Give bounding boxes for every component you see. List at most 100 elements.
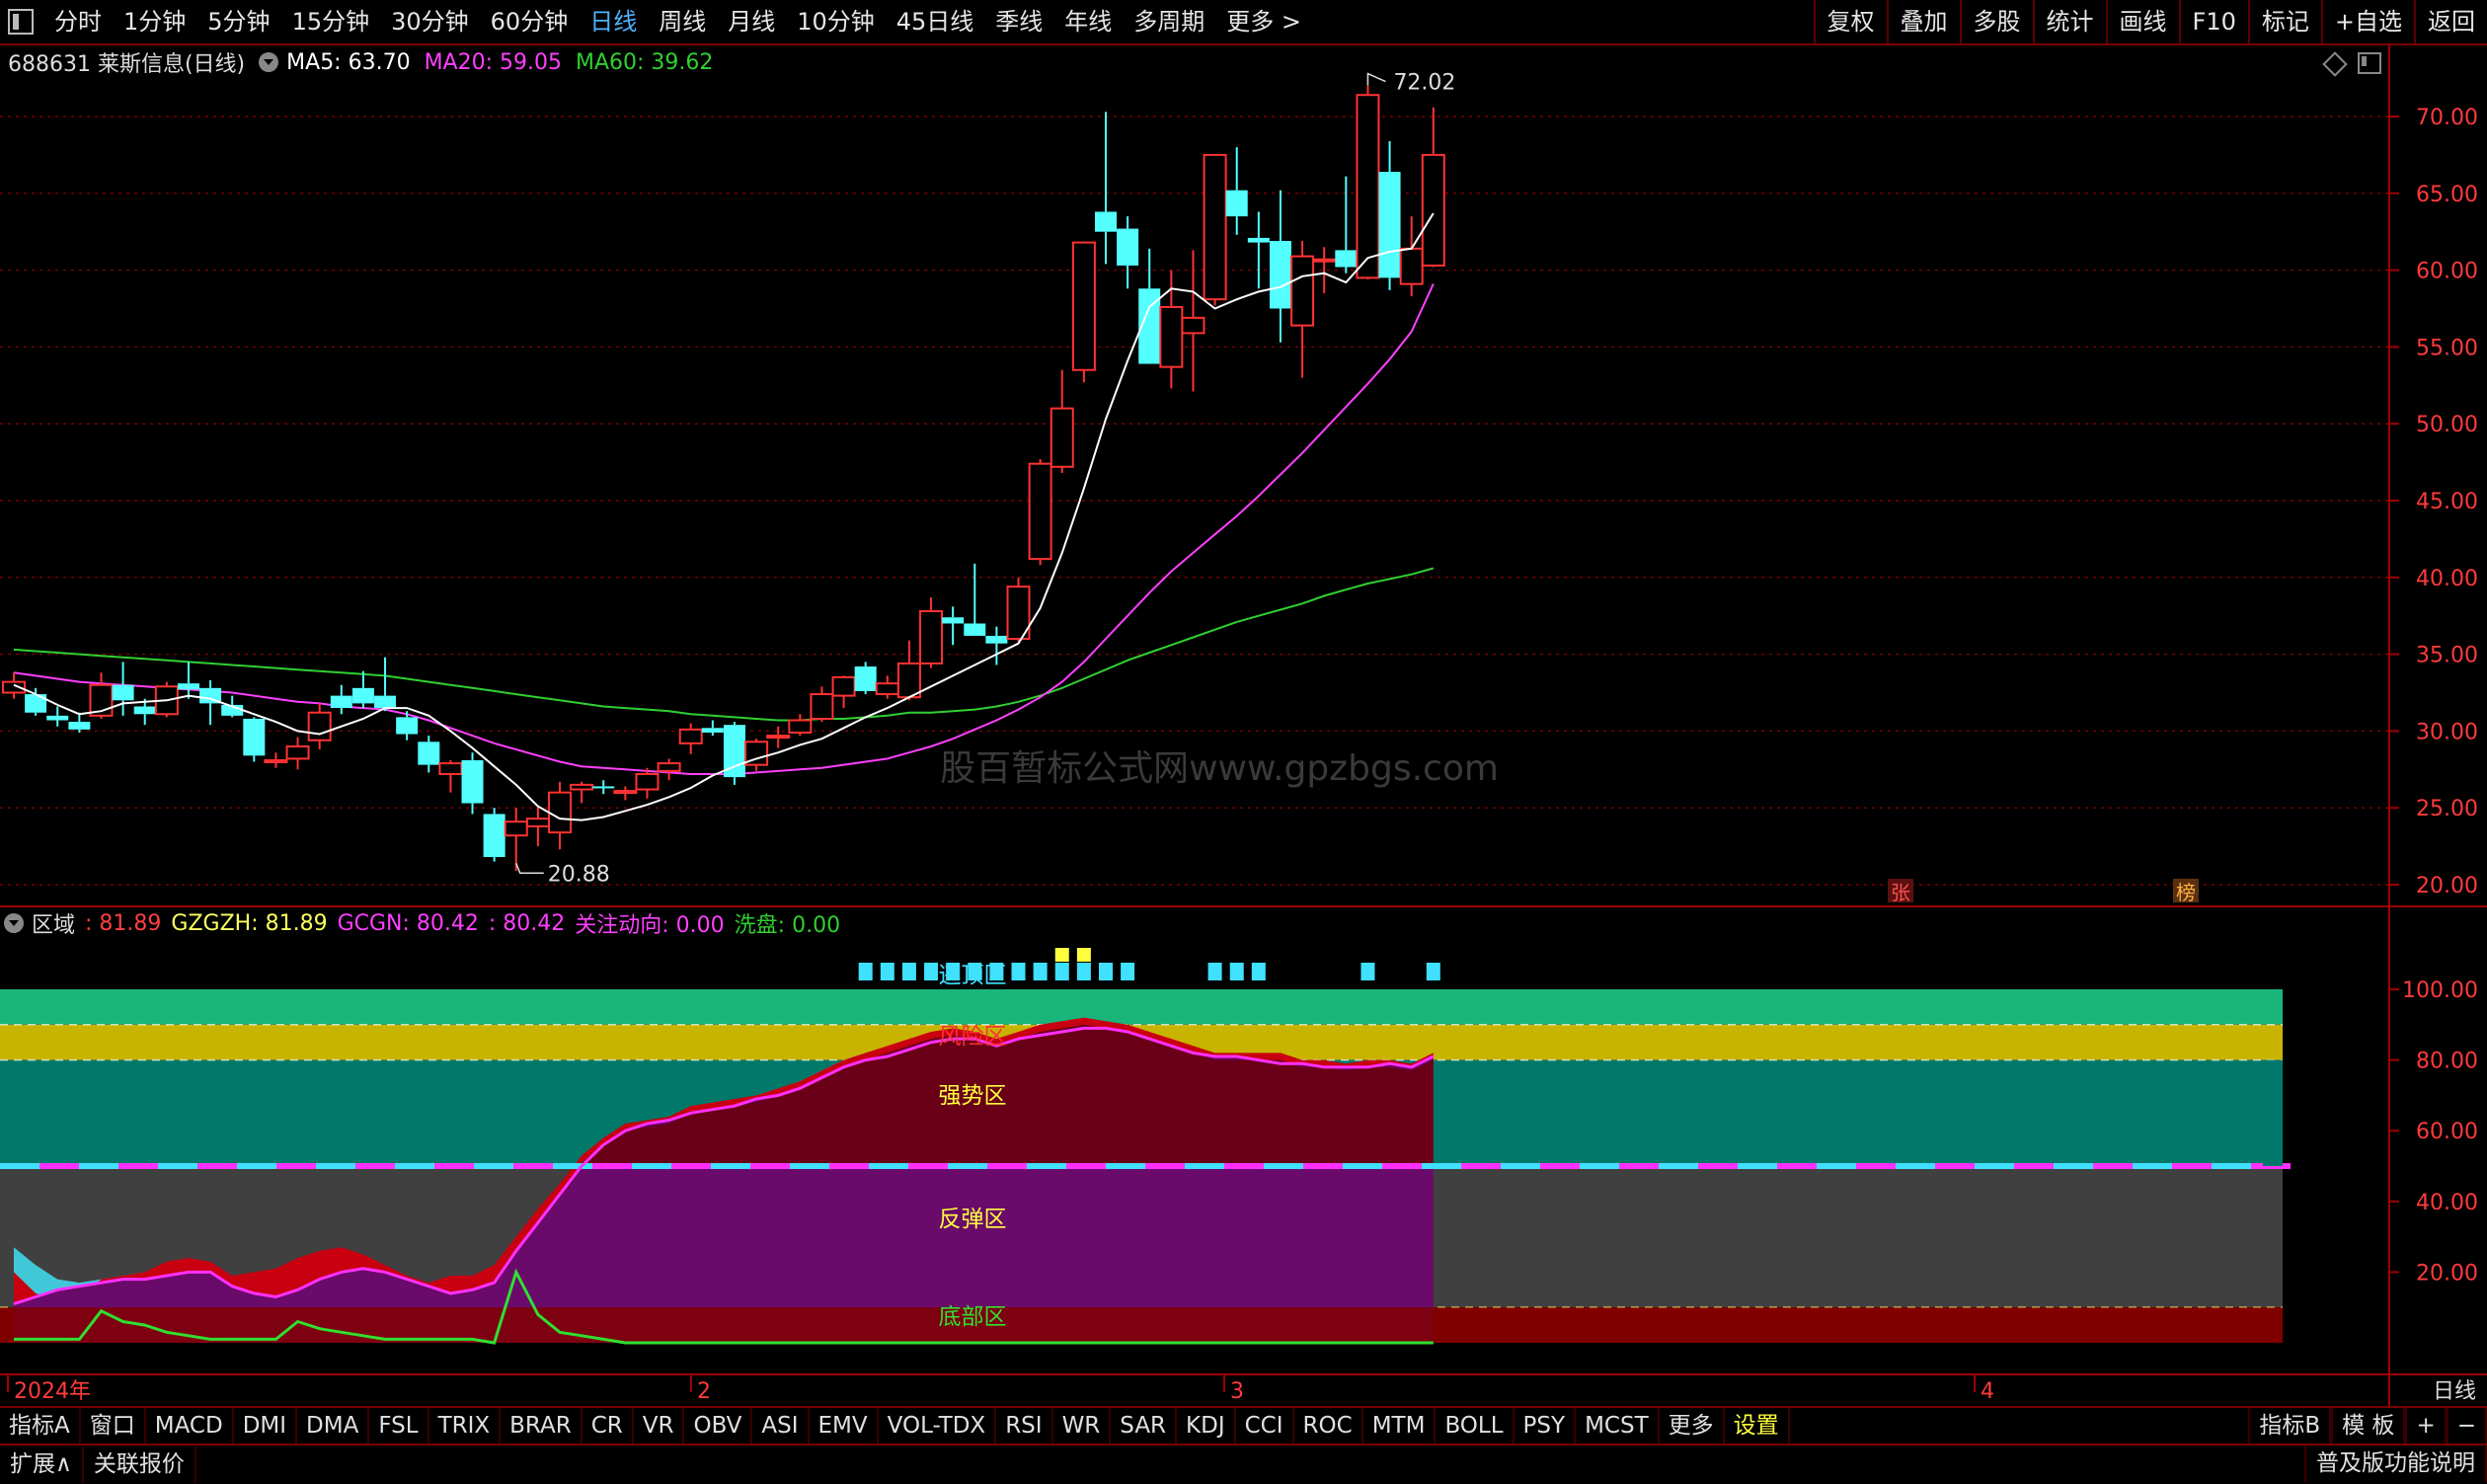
- indicator-tab-24[interactable]: 更多: [1660, 1408, 1725, 1444]
- candle: [25, 687, 47, 716]
- tab-right-2[interactable]: +: [2405, 1408, 2447, 1444]
- candle: [1290, 241, 1315, 378]
- indicator-tab-22[interactable]: PSY: [1515, 1408, 1577, 1444]
- ind-tick-label: 100.00: [2402, 978, 2478, 1003]
- indicator-tab-16[interactable]: SAR: [1111, 1408, 1178, 1444]
- edition-help-button[interactable]: 普及版功能说明: [2304, 1445, 2487, 1482]
- price-tick-label: 35.00: [2416, 644, 2478, 668]
- indicator-tab-0[interactable]: 指标A: [0, 1408, 81, 1444]
- indicator-tab-11[interactable]: ASI: [752, 1408, 810, 1444]
- candle: [504, 808, 528, 871]
- indicator-tab-18[interactable]: CCI: [1236, 1408, 1294, 1444]
- candle: [1312, 247, 1337, 293]
- indicator-tab-21[interactable]: BOLL: [1436, 1408, 1515, 1444]
- candle: [1335, 176, 1358, 273]
- expand-button[interactable]: 扩展∧: [0, 1446, 84, 1483]
- indicator-tab-20[interactable]: MTM: [1363, 1408, 1437, 1444]
- indicator-tabs-right: 指标B 模 板 + −: [2248, 1408, 2487, 1444]
- bottom-bar: 扩展∧ 关联报价 普及版功能说明: [0, 1444, 2487, 1484]
- indicator-gcgn: GCGN: 80.42: [337, 910, 479, 936]
- indicator-tab-10[interactable]: OBV: [684, 1408, 753, 1444]
- escape-square: [924, 963, 939, 980]
- candle: [570, 781, 594, 804]
- indicator-gzdx: 关注动向: 0.00: [575, 913, 725, 938]
- price-tick-label: 25.00: [2416, 797, 2478, 821]
- tab-right-0[interactable]: 指标B: [2248, 1408, 2332, 1444]
- indicator-tab-15[interactable]: WR: [1053, 1408, 1112, 1444]
- escape-square-yellow: [1076, 948, 1091, 962]
- zone-label-1: 风险区: [939, 1024, 1007, 1050]
- date-axis: 2024年 2 3 4 日线: [7, 1374, 2476, 1404]
- indicator-tab-8[interactable]: CR: [583, 1408, 634, 1444]
- date-label-0: 2024年: [14, 1379, 91, 1404]
- ma60-line: [13, 567, 1435, 722]
- candle: [810, 686, 834, 723]
- indicator-tab-23[interactable]: MCST: [1576, 1408, 1660, 1444]
- candle: [548, 781, 572, 850]
- badge-bang-label: 榜: [2176, 881, 2196, 904]
- zone-label-2: 强势区: [939, 1083, 1007, 1109]
- related-quote-button[interactable]: 关联报价: [84, 1446, 196, 1483]
- candle: [307, 703, 332, 750]
- candle: [285, 737, 310, 770]
- candle: [1356, 85, 1380, 279]
- ind-tick-label: 80.00: [2416, 1050, 2478, 1074]
- candle: [875, 675, 899, 699]
- indicator-tab-6[interactable]: TRIX: [429, 1408, 502, 1444]
- indicator-tab-1[interactable]: 窗口: [81, 1408, 146, 1444]
- ma-path: [13, 283, 1435, 775]
- escape-square: [1099, 963, 1113, 980]
- candle: [896, 640, 921, 701]
- candle: [1421, 107, 1445, 268]
- candle: [177, 662, 199, 699]
- price-tick-label: 60.00: [2416, 260, 2478, 284]
- candle: [744, 739, 769, 771]
- indicator-dropdown-icon[interactable]: [4, 913, 24, 933]
- kline-chart[interactable]: 70.00 65.00 60.00 55.00 50.00 45.00 40.00 35.00…: [0, 0, 2487, 1406]
- ind-tick-label: 60.00: [2416, 1120, 2478, 1144]
- candle: [964, 563, 986, 636]
- indicator-tab-13[interactable]: VOL-TDX: [879, 1408, 997, 1444]
- escape-square: [1207, 963, 1222, 980]
- escape-square: [1054, 963, 1069, 980]
- indicator-tab-5[interactable]: FSL: [369, 1408, 429, 1444]
- zone-escape: [0, 989, 2283, 1025]
- indicator-tab-3[interactable]: DMI: [234, 1408, 298, 1444]
- tab-right-1[interactable]: 模 板: [2331, 1408, 2406, 1444]
- indicator-tab-12[interactable]: EMV: [810, 1408, 879, 1444]
- candle: [1028, 458, 1052, 566]
- indicator-tab-2[interactable]: MACD: [146, 1408, 234, 1444]
- indicator-tab-7[interactable]: BRAR: [501, 1408, 583, 1444]
- indicator-tab-4[interactable]: DMA: [297, 1408, 370, 1444]
- candle: [264, 752, 288, 768]
- indicator-v1: : 81.89: [85, 910, 162, 936]
- candle: [112, 662, 134, 716]
- escape-square: [1121, 963, 1135, 980]
- tab-right-3[interactable]: −: [2446, 1408, 2487, 1444]
- escape-square-yellow: [1054, 948, 1069, 962]
- candle: [1071, 241, 1096, 383]
- ma5-line: [13, 212, 1435, 821]
- price-tick-label: 20.00: [2416, 874, 2478, 898]
- price-tick-label: 70.00: [2416, 106, 2478, 130]
- date-label-2: 3: [1230, 1379, 1244, 1404]
- candle: [942, 606, 965, 646]
- indicator-tab-17[interactable]: KDJ: [1177, 1408, 1236, 1444]
- candle: [1095, 112, 1117, 265]
- price-tick-label: 65.00: [2416, 183, 2478, 207]
- price-tick-label: 55.00: [2416, 336, 2478, 360]
- ind-tick-label: 40.00: [2416, 1191, 2478, 1215]
- indicator-tab-19[interactable]: ROC: [1294, 1408, 1363, 1444]
- indicator-v2: : 80.42: [488, 910, 566, 936]
- indicator-tab-9[interactable]: VR: [634, 1408, 685, 1444]
- indicator-tab-25[interactable]: 设置: [1725, 1408, 1790, 1444]
- indicator-tab-14[interactable]: RSI: [996, 1408, 1053, 1444]
- zone-label-0: 逃顶区: [939, 963, 1007, 988]
- candle: [68, 712, 91, 733]
- escape-square: [1229, 963, 1244, 980]
- watermark: 股百暂标公式网www.gpzbgs.com: [940, 748, 1499, 789]
- candle: [1049, 369, 1074, 473]
- indicator-info-bar: 区域 : 81.89 GZGZH: 81.89 GCGN: 80.42 : 80…: [0, 906, 850, 940]
- candle: [46, 706, 69, 727]
- candle: [525, 806, 550, 847]
